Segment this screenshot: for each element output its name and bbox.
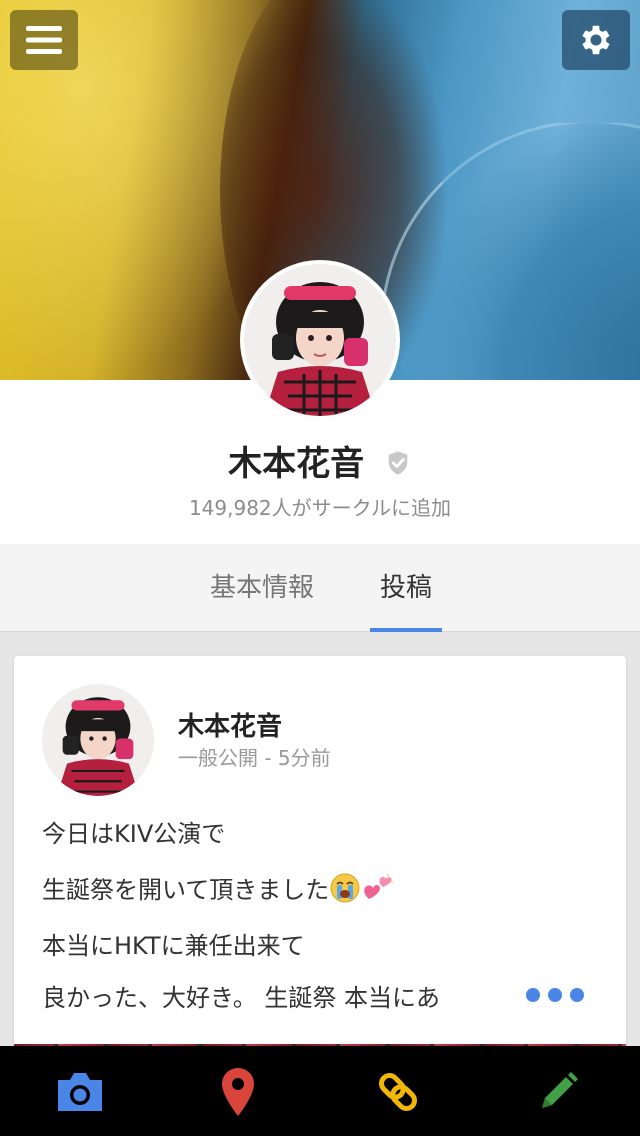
avatar-image	[244, 264, 396, 416]
tab-basic-info[interactable]: 基本情報	[190, 544, 334, 632]
post-text-line: 本当にHKTに兼任出来て	[42, 932, 305, 960]
post-author-name[interactable]: 木本花音	[178, 706, 282, 743]
verified-shield-icon	[384, 446, 412, 486]
post-text-line: 生誕祭を開いて頂きました	[42, 870, 395, 910]
profile-name: 木本花音	[228, 444, 365, 484]
post-text-line: 今日はKIV公演で	[42, 820, 226, 848]
tab-posts[interactable]: 投稿	[370, 544, 442, 632]
post-author-avatar[interactable]	[42, 684, 154, 796]
bottom-action-bar	[0, 1046, 640, 1136]
camera-icon	[58, 1073, 102, 1111]
menu-button[interactable]	[10, 10, 78, 70]
avatar-image	[42, 684, 154, 796]
follower-count: 149,982人がサークルに追加	[188, 496, 452, 520]
tab-posts-label: 投稿	[379, 573, 432, 603]
two-hearts-emoji-icon	[361, 873, 395, 909]
settings-button[interactable]	[562, 10, 630, 70]
post-card[interactable]: 木本花音 一般公開 - 5分前 今日はKIV公演で 生誕祭を開いて頂きました 本…	[14, 656, 626, 1076]
post-meta: 一般公開 - 5分前	[178, 746, 331, 770]
profile-tabs: 基本情報 投稿	[0, 544, 640, 632]
dot	[526, 988, 540, 1002]
read-more-dots[interactable]	[526, 988, 584, 1002]
active-tab-indicator	[370, 628, 442, 632]
menu-icon	[26, 26, 62, 54]
post-text-line: 良かった、大好き。 生誕祭 本当にあ	[42, 984, 441, 1012]
profile-name-row: 木本花音	[0, 436, 640, 486]
gear-icon	[582, 25, 610, 55]
dot	[570, 988, 584, 1002]
link-button[interactable]	[368, 1064, 428, 1120]
dot	[548, 988, 562, 1002]
pencil-icon	[542, 1072, 578, 1108]
location-button[interactable]	[208, 1064, 268, 1120]
crying-emoji-icon	[329, 872, 361, 910]
compose-button[interactable]	[528, 1064, 588, 1120]
map-pin-icon	[222, 1068, 254, 1116]
link-icon	[379, 1073, 417, 1111]
tab-basic-info-label: 基本情報	[209, 573, 314, 603]
camera-button[interactable]	[50, 1064, 110, 1120]
profile-avatar[interactable]	[240, 260, 400, 420]
post-text-fragment: 生誕祭を開いて頂きました	[42, 876, 330, 904]
